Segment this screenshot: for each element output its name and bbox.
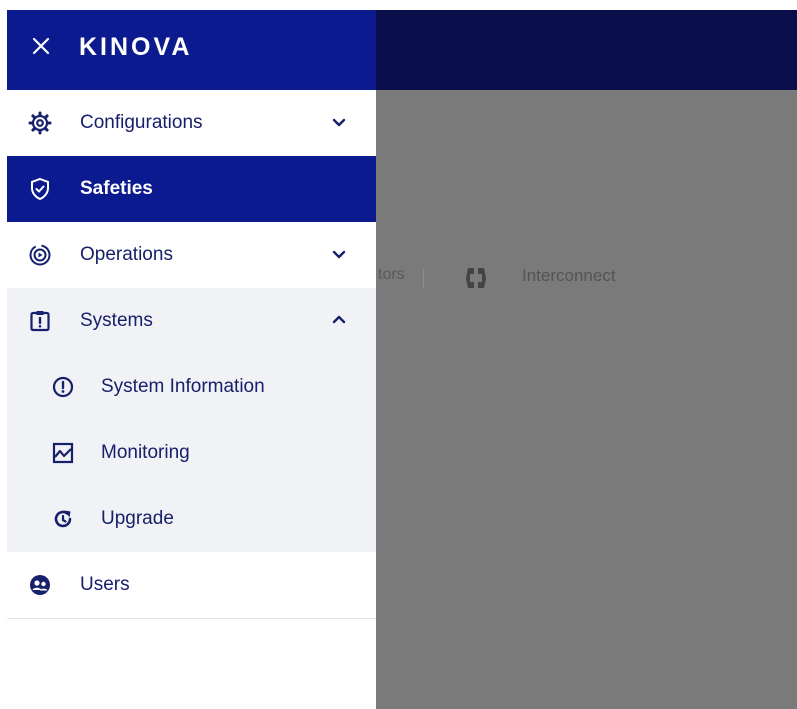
nav-configurations-label: Configurations bbox=[80, 112, 203, 133]
navigation-drawer: KINOVA Configurations Safeties Operation… bbox=[7, 10, 376, 709]
drawer-header: KINOVA bbox=[7, 10, 376, 90]
info-circle-icon bbox=[51, 375, 75, 399]
operations-icon bbox=[28, 243, 52, 267]
app-top-bar bbox=[376, 10, 797, 90]
kinova-logo: KINOVA bbox=[79, 31, 239, 66]
nav-monitoring[interactable]: Monitoring bbox=[7, 420, 376, 486]
users-icon bbox=[28, 573, 52, 597]
nav-upgrade-label: Upgrade bbox=[101, 508, 174, 529]
nav-users[interactable]: Users bbox=[7, 552, 376, 618]
refresh-icon bbox=[51, 507, 75, 531]
gear-icon bbox=[28, 111, 52, 135]
nav-upgrade[interactable]: Upgrade bbox=[7, 486, 376, 552]
chevron-up-icon[interactable] bbox=[329, 310, 349, 330]
nav-systems[interactable]: Systems bbox=[7, 288, 376, 354]
nav-safeties[interactable]: Safeties bbox=[7, 156, 376, 222]
close-drawer-button[interactable] bbox=[25, 32, 57, 64]
close-icon bbox=[32, 37, 50, 60]
nav-operations[interactable]: Operations bbox=[7, 222, 376, 288]
drawer-divider bbox=[7, 618, 376, 619]
nav-operations-label: Operations bbox=[80, 244, 173, 265]
nav-configurations[interactable]: Configurations bbox=[7, 90, 376, 156]
svg-text:KINOVA: KINOVA bbox=[79, 33, 192, 61]
interconnect-icon bbox=[464, 266, 488, 290]
nav-system-information-label: System Information bbox=[101, 376, 265, 397]
tab-interconnect[interactable]: Interconnect bbox=[522, 266, 616, 286]
tab-separator bbox=[423, 268, 424, 288]
nav-system-information[interactable]: System Information bbox=[7, 354, 376, 420]
nav-users-label: Users bbox=[80, 574, 130, 595]
nav-safeties-label: Safeties bbox=[80, 178, 153, 199]
chevron-down-icon[interactable] bbox=[329, 244, 349, 264]
chart-icon bbox=[51, 441, 75, 465]
nav-monitoring-label: Monitoring bbox=[101, 442, 190, 463]
background-tab-partial: tors bbox=[378, 266, 405, 283]
clipboard-alert-icon bbox=[28, 309, 52, 333]
nav-systems-label: Systems bbox=[80, 310, 153, 331]
chevron-down-icon[interactable] bbox=[329, 112, 349, 132]
app-content-dimmed bbox=[376, 90, 797, 709]
shield-check-icon bbox=[28, 177, 52, 201]
